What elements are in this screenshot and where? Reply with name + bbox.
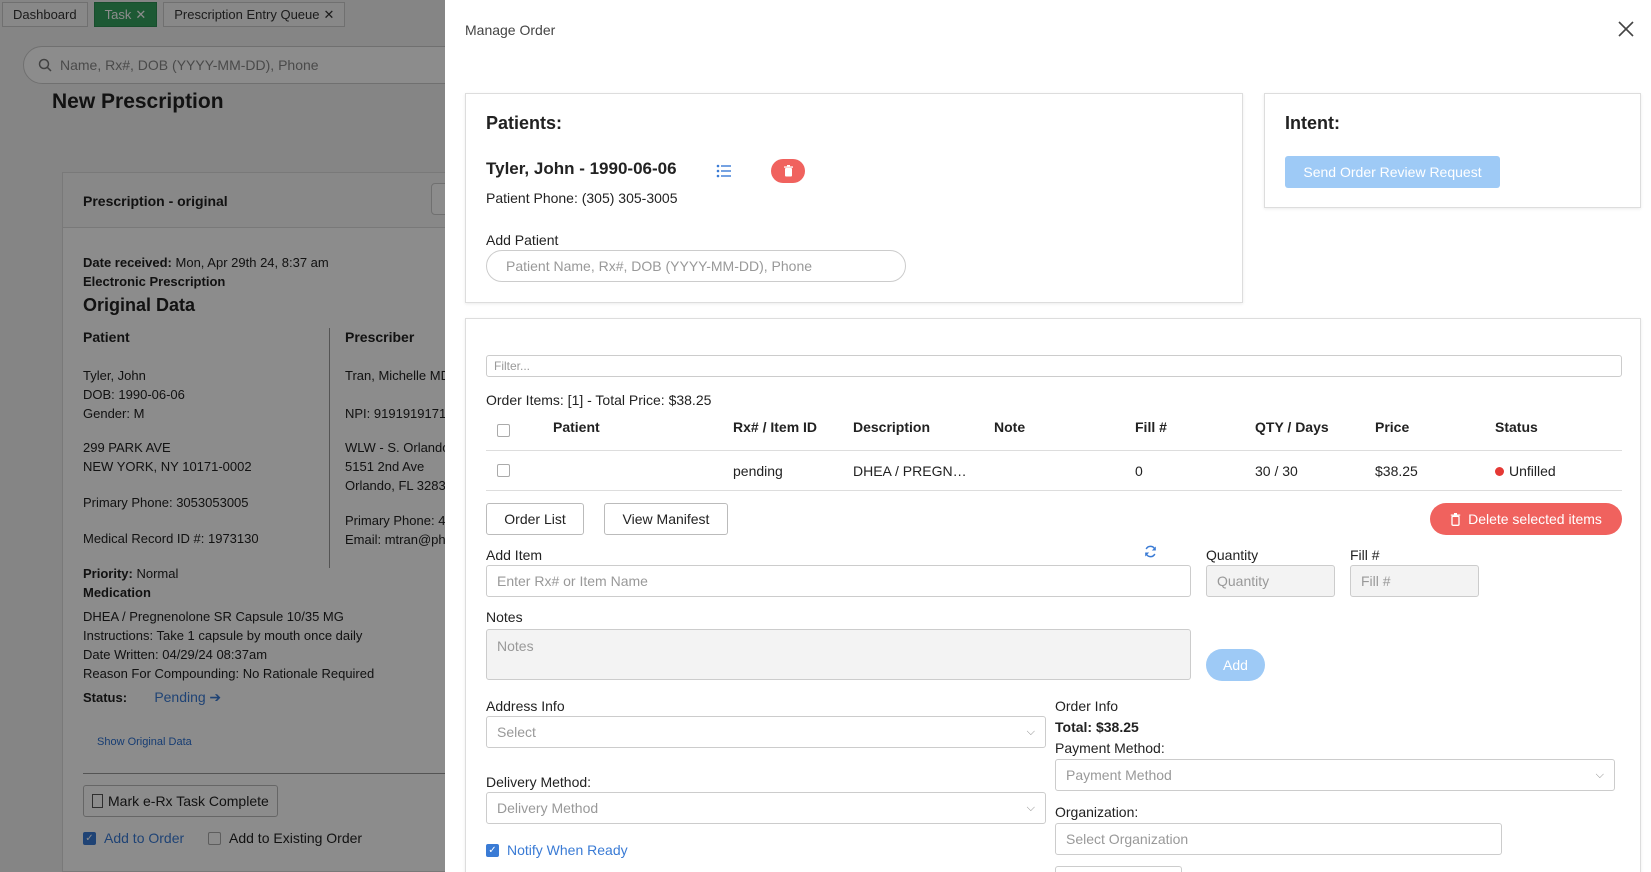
- fill-label: Fill #: [1350, 547, 1380, 563]
- chevron-down-icon: ⌵: [1026, 725, 1035, 738]
- modal-title: Manage Order: [465, 22, 556, 38]
- order-info-label: Order Info: [1055, 698, 1119, 714]
- order-items-summary: Order Items: [1] - Total Price: $38.25: [486, 392, 712, 408]
- order-total: Total: $38.25: [1055, 719, 1139, 735]
- cell-price: $38.25: [1375, 463, 1418, 479]
- intent-label: Intent:: [1285, 113, 1340, 133]
- add-item-button[interactable]: Add: [1206, 649, 1265, 681]
- patients-panel: Patients: Tyler, John - 1990-06-06 Patie…: [465, 93, 1243, 303]
- col-qty: QTY / Days: [1255, 419, 1329, 435]
- trash-icon: [783, 165, 793, 177]
- organization-input[interactable]: Select Organization: [1055, 823, 1502, 855]
- cell-status: Unfilled: [1495, 463, 1556, 479]
- refresh-icon[interactable]: [1144, 545, 1157, 558]
- col-rx: Rx# / Item ID: [733, 419, 818, 435]
- trash-icon: [1450, 512, 1461, 526]
- add-patient-label: Add Patient: [486, 232, 559, 248]
- col-note: Note: [994, 419, 1026, 435]
- payment-method-select[interactable]: Payment Method ⌵: [1055, 759, 1615, 791]
- delete-selected-items-button[interactable]: Delete selected items: [1430, 503, 1622, 535]
- order-list-button[interactable]: Order List: [486, 503, 584, 535]
- notes-label: Notes: [486, 609, 523, 625]
- notes-textarea[interactable]: Notes: [486, 629, 1191, 680]
- patient-entry-name: Tyler, John - 1990-06-06: [486, 159, 677, 178]
- view-manifest-button[interactable]: View Manifest: [604, 503, 728, 535]
- send-order-review-request-button[interactable]: Send Order Review Request: [1285, 156, 1500, 188]
- cell-description: DHEA / PREGN…: [853, 463, 967, 479]
- patient-phone: Patient Phone: (305) 305-3005: [486, 190, 678, 206]
- organization-label: Organization:: [1055, 804, 1139, 820]
- checkbox-checked-icon[interactable]: ✓: [486, 843, 499, 857]
- chevron-down-icon: ⌵: [1026, 801, 1035, 814]
- add-item-label: Add Item: [486, 547, 543, 563]
- cell-qty: 30 / 30: [1255, 463, 1298, 479]
- row-checkbox[interactable]: [497, 464, 510, 477]
- modal-backdrop[interactable]: [0, 0, 445, 872]
- col-patient: Patient: [553, 419, 600, 435]
- address-info-label: Address Info: [486, 698, 565, 714]
- chevron-down-icon: ⌵: [1595, 768, 1604, 781]
- filter-input[interactable]: Filter...: [486, 355, 1622, 377]
- delivery-method-label: Delivery Method:: [486, 774, 592, 790]
- add-item-input[interactable]: Enter Rx# or Item Name: [486, 565, 1191, 597]
- patients-label: Patients:: [486, 113, 563, 133]
- cell-rx: pending: [733, 463, 783, 479]
- notify-when-ready-checkbox[interactable]: ✓ Notify When Ready: [486, 842, 628, 858]
- add-patient-input[interactable]: Patient Name, Rx#, DOB (YYYY-MM-DD), Pho…: [486, 250, 906, 282]
- partial-button[interactable]: [1055, 866, 1182, 872]
- cell-fill: 0: [1135, 463, 1143, 479]
- order-items-table: Patient Rx# / Item ID Description Note F…: [486, 411, 1622, 491]
- select-all-checkbox[interactable]: [497, 424, 510, 437]
- status-dot-icon: [1495, 466, 1504, 476]
- intent-panel: Intent: Send Order Review Request: [1264, 93, 1641, 208]
- quantity-input[interactable]: Quantity: [1206, 565, 1335, 597]
- close-icon[interactable]: [1615, 18, 1637, 40]
- col-status: Status: [1495, 419, 1538, 435]
- list-icon[interactable]: [716, 164, 732, 178]
- col-price: Price: [1375, 419, 1410, 435]
- col-description: Description: [853, 419, 931, 435]
- fill-input[interactable]: Fill #: [1350, 565, 1479, 597]
- manage-order-modal: Manage Order Patients: Tyler, John - 199…: [445, 0, 1651, 872]
- col-fill: Fill #: [1135, 419, 1167, 435]
- quantity-label: Quantity: [1206, 547, 1259, 563]
- remove-patient-button[interactable]: [771, 159, 805, 183]
- payment-method-label: Payment Method:: [1055, 740, 1165, 756]
- order-items-panel: Filter... Order Items: [1] - Total Price…: [465, 318, 1641, 872]
- delivery-method-select[interactable]: Delivery Method ⌵: [486, 792, 1046, 824]
- table-row[interactable]: pending DHEA / PREGN… 0 30 / 30 $38.25 U…: [486, 451, 1622, 491]
- table-header: Patient Rx# / Item ID Description Note F…: [486, 411, 1622, 451]
- address-select[interactable]: Select ⌵: [486, 716, 1046, 748]
